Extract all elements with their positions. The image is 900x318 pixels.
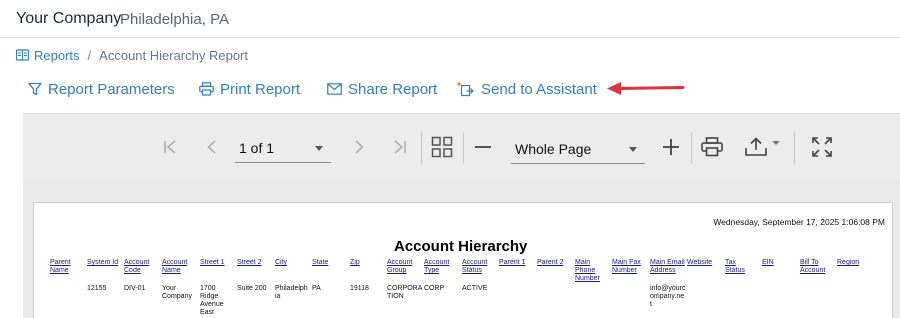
toolbar-divider: [463, 132, 464, 164]
table-cell: Suite 200: [237, 285, 267, 292]
grid-view-icon: [431, 136, 453, 158]
report-title: Account Hierarchy: [394, 238, 528, 255]
page-select-value: 1 of 1: [239, 139, 275, 156]
column-header: State: [312, 259, 329, 266]
filter-icon: [28, 82, 42, 96]
company-location: Philadelphia, PA: [120, 11, 229, 28]
table-cell: PA: [312, 285, 321, 292]
previous-page-button[interactable]: [201, 136, 223, 158]
chevron-down-icon: [771, 141, 780, 145]
fullscreen-button[interactable]: [810, 135, 834, 159]
viewer-print-button[interactable]: [700, 135, 724, 159]
table-cell: DIV-01: [124, 285, 146, 292]
toolbar-divider: [794, 132, 795, 164]
zoom-out-button[interactable]: [472, 136, 494, 158]
fullscreen-icon: [812, 137, 832, 157]
send-to-assistant-button[interactable]: Send to Assistant: [455, 76, 597, 102]
table-cell: Philadelphia: [275, 285, 308, 300]
column-header: Tax Status: [725, 259, 745, 274]
plus-icon: [663, 139, 679, 155]
column-header: System Id: [87, 259, 119, 266]
zoom-in-button[interactable]: [660, 136, 682, 158]
viewer-toolbar: 1 of 1 Whole Page: [23, 114, 900, 182]
print-icon: [199, 82, 214, 96]
chevron-right-icon: [355, 140, 364, 154]
table-cell: CORPORATION: [387, 285, 423, 300]
column-header: Parent 1: [499, 259, 526, 266]
report-parameters-label: Report Parameters: [48, 80, 175, 98]
column-header: Main Email Address: [650, 259, 685, 274]
breadcrumb-separator: /: [87, 47, 92, 63]
table-cell: Your Company: [162, 285, 192, 300]
export-button[interactable]: [742, 135, 782, 159]
company-header: Your Company Philadelphia, PA: [0, 0, 900, 38]
column-header: Parent Name: [50, 259, 71, 274]
page-select[interactable]: 1 of 1: [235, 133, 331, 163]
next-page-button[interactable]: [348, 136, 370, 158]
reports-icon: [16, 49, 29, 61]
chevron-down-icon: [629, 147, 637, 152]
share-report-label: Share Report: [348, 80, 438, 98]
table-cell: 1700 Ridge Avenue East: [200, 285, 224, 316]
column-header: Region: [837, 259, 860, 266]
table-cell: 12155: [87, 285, 107, 292]
last-page-button[interactable]: [389, 136, 411, 158]
column-header: Account Group: [387, 259, 413, 274]
column-header: Street 1: [200, 259, 225, 266]
share-report-button[interactable]: Share Report: [327, 76, 437, 102]
column-header: Account Status: [462, 259, 488, 274]
breadcrumb-reports-link[interactable]: Reports: [16, 48, 80, 63]
report-parameters-button[interactable]: Report Parameters: [28, 76, 175, 102]
breadcrumb: Reports / Account Hierarchy Report: [16, 46, 248, 64]
minus-icon: [475, 146, 491, 148]
column-header: Main Phone Number: [575, 259, 600, 282]
annotation-arrow-icon: [607, 82, 685, 95]
print-icon: [701, 137, 723, 157]
zoom-select[interactable]: Whole Page: [511, 134, 645, 164]
table-cell: info@yourcompany.net: [650, 285, 686, 308]
multi-page-button[interactable]: [429, 134, 455, 160]
breadcrumb-current: Account Hierarchy Report: [99, 47, 248, 63]
column-header: City: [275, 259, 288, 266]
column-header: Account Code: [124, 259, 150, 274]
report-viewer: 1 of 1 Whole Page Wednesday, September 1…: [23, 113, 900, 318]
last-page-icon: [394, 140, 406, 154]
table-cell: CORP: [424, 285, 445, 292]
column-header: Website: [687, 259, 713, 266]
column-header: Parent 2: [537, 259, 564, 266]
toolbar-divider: [691, 132, 692, 164]
table-cell: 19118: [350, 285, 369, 292]
first-page-button[interactable]: [159, 136, 181, 158]
zoom-select-value: Whole Page: [515, 140, 592, 157]
send-to-assistant-label: Send to Assistant: [481, 80, 597, 98]
chevron-left-icon: [207, 140, 216, 154]
column-header: Main Fax Number: [612, 259, 641, 274]
report-toolbar: Report Parameters Print Report Share Rep…: [0, 76, 900, 102]
breadcrumb-reports-label: Reports: [34, 47, 80, 63]
envelope-icon: [327, 83, 342, 95]
chevron-down-icon: [315, 146, 323, 151]
column-header: Zip: [350, 259, 360, 266]
report-date: Wednesday, September 17, 2025 1:06:08 PM: [713, 217, 885, 227]
report-page: Wednesday, September 17, 2025 1:06:08 PM…: [33, 202, 893, 318]
table-cell: ACTIVE: [462, 285, 488, 292]
column-header: EIN: [762, 259, 774, 266]
column-header: Account Name: [162, 259, 188, 274]
print-report-label: Print Report: [220, 80, 301, 98]
company-name: Your Company: [16, 10, 122, 27]
column-header: Bill To Account: [800, 259, 826, 274]
upload-icon: [744, 137, 767, 156]
toolbar-divider: [421, 132, 422, 164]
print-report-button[interactable]: Print Report: [199, 76, 300, 102]
column-header: Account Type: [424, 259, 450, 274]
column-header: Street 2: [237, 259, 262, 266]
assistant-icon: [456, 81, 474, 97]
first-page-icon: [164, 140, 176, 154]
